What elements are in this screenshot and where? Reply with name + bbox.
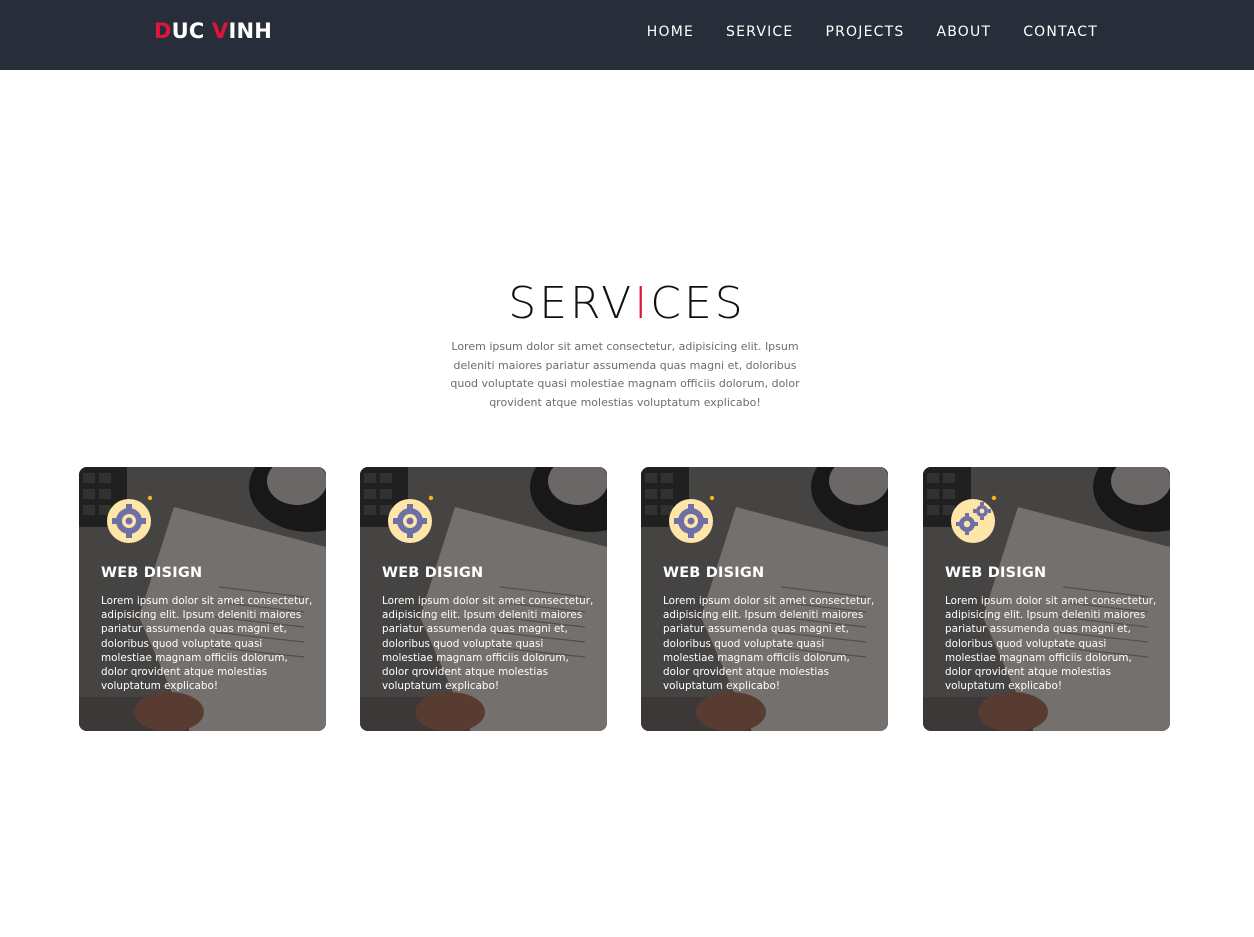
brand-second-initial: V xyxy=(212,19,229,43)
gear-icon xyxy=(388,495,434,543)
gear-icon xyxy=(669,495,715,543)
navbar: DUC VINH HOME SERVICE PROJECTS ABOUT CON… xyxy=(0,0,1254,70)
service-card[interactable]: WEB DISIGN Lorem ipsum dolor sit amet co… xyxy=(79,467,326,731)
gears-icon xyxy=(951,495,997,543)
brand-first-rest: UC xyxy=(171,19,205,43)
card-title: WEB DISIGN xyxy=(945,565,1047,581)
nav-item-service[interactable]: SERVICE xyxy=(726,23,793,41)
services-title: SERVICES xyxy=(0,278,1254,329)
services-title-after: CES xyxy=(650,278,746,329)
card-title: WEB DISIGN xyxy=(663,565,765,581)
card-text: Lorem ipsum dolor sit amet consectetur, … xyxy=(382,595,594,693)
service-card[interactable]: WEB DISIGN Lorem ipsum dolor sit amet co… xyxy=(360,467,607,731)
brand-logo[interactable]: DUC VINH xyxy=(154,19,272,43)
nav-item-projects[interactable]: PROJECTS xyxy=(825,23,904,41)
brand-second-rest: INH xyxy=(228,19,273,43)
nav-item-about[interactable]: ABOUT xyxy=(936,23,991,41)
service-card[interactable]: WEB DISIGN Lorem ipsum dolor sit amet co… xyxy=(641,467,888,731)
card-text: Lorem ipsum dolor sit amet consectetur, … xyxy=(663,595,875,693)
gear-icon xyxy=(107,495,153,543)
services-title-accent: I xyxy=(634,278,651,329)
service-card[interactable]: WEB DISIGN Lorem ipsum dolor sit amet co… xyxy=(923,467,1170,731)
card-title: WEB DISIGN xyxy=(382,565,484,581)
services-title-before: SERV xyxy=(508,278,635,329)
card-title: WEB DISIGN xyxy=(101,565,203,581)
nav-item-home[interactable]: HOME xyxy=(647,23,694,41)
services-description: Lorem ipsum dolor sit amet consectetur, … xyxy=(450,340,800,409)
brand-first-initial: D xyxy=(154,19,172,43)
card-text: Lorem ipsum dolor sit amet consectetur, … xyxy=(101,595,313,693)
card-text: Lorem ipsum dolor sit amet consectetur, … xyxy=(945,595,1157,693)
nav-item-contact[interactable]: CONTACT xyxy=(1023,23,1098,41)
main-nav: HOME SERVICE PROJECTS ABOUT CONTACT xyxy=(615,23,1098,41)
